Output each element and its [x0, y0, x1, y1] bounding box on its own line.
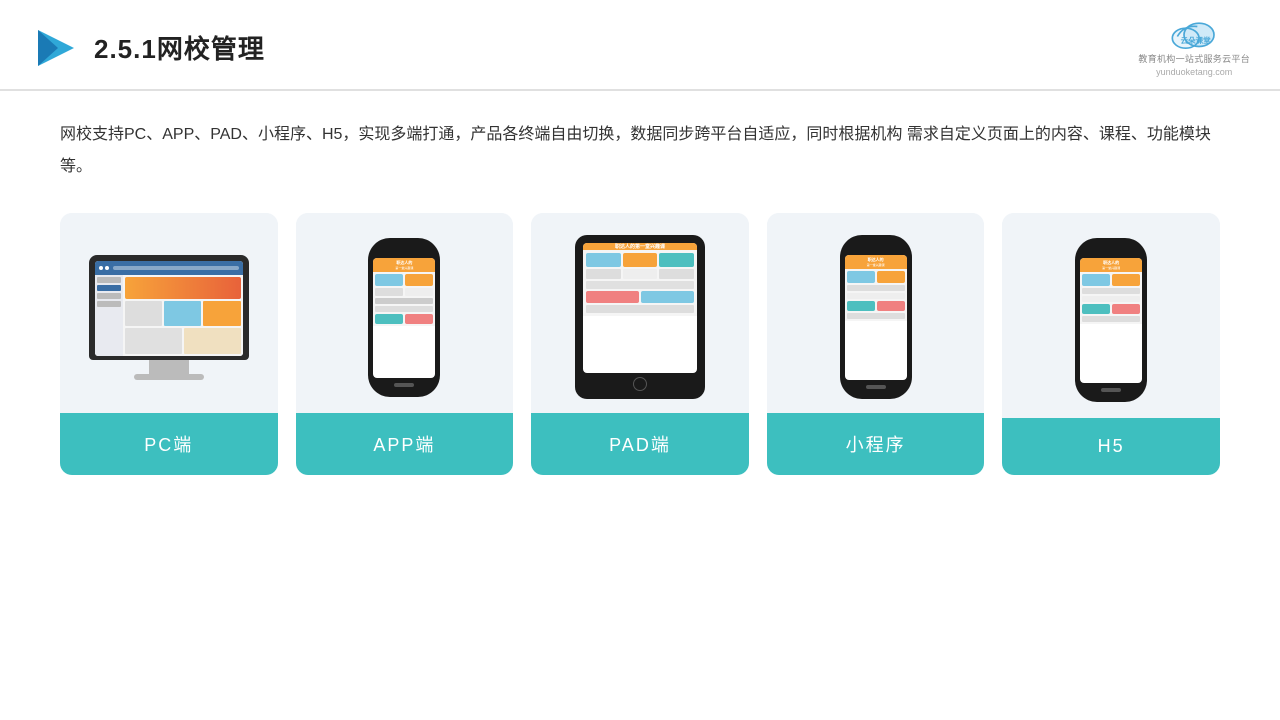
cards-row: PC端 职达人的 第一堂兴趣课 — [60, 213, 1220, 475]
phone-screen: 职达人的 第一堂兴趣课 — [373, 258, 435, 378]
card-app: 职达人的 第一堂兴趣课 — [296, 213, 514, 475]
card-app-image: 职达人的 第一堂兴趣课 — [296, 213, 514, 413]
svg-text:云朵课堂: 云朵课堂 — [1181, 35, 1211, 45]
brand-logo: 云朵课堂 教育机构一站式服务云平台 yunduoketang.com — [1138, 18, 1250, 77]
tablet-screen: 职达人的第一堂兴趣课 — [583, 243, 697, 373]
brand-url: yunduoketang.com — [1156, 67, 1232, 77]
card-mini: 职达人的 第一堂兴趣课 — [767, 213, 985, 475]
card-pad: 职达人的第一堂兴趣课 — [531, 213, 749, 475]
pc-monitor-mockup — [89, 255, 249, 380]
brand-logo-icon: 云朵课堂 — [1169, 18, 1219, 50]
card-mini-image: 职达人的 第一堂兴趣课 — [767, 213, 985, 413]
tablet-outer: 职达人的第一堂兴趣课 — [575, 235, 705, 399]
monitor-outer — [89, 255, 249, 360]
phone-screen-h5: 职达人的 第一堂兴趣课 — [1080, 258, 1142, 383]
header: 2.5.1网校管理 云朵课堂 教育机构一站式服务云平台 yunduoketang… — [0, 0, 1280, 91]
card-h5-label: H5 — [1002, 418, 1220, 475]
card-pc-label: PC端 — [60, 413, 278, 475]
phone-screen-mini: 职达人的 第一堂兴趣课 — [845, 255, 907, 380]
card-h5-image: 职达人的 第一堂兴趣课 — [1002, 213, 1220, 418]
card-mini-label: 小程序 — [767, 413, 985, 475]
card-app-label: APP端 — [296, 413, 514, 475]
tablet-mockup-pad: 职达人的第一堂兴趣课 — [575, 235, 705, 399]
main-content: 网校支持PC、APP、PAD、小程序、H5，实现多端打通，产品各终端自由切换，数… — [0, 91, 1280, 495]
phone-mockup-mini: 职达人的 第一堂兴趣课 — [840, 235, 912, 399]
phone-mockup-app: 职达人的 第一堂兴趣课 — [368, 238, 440, 397]
monitor-screen — [95, 261, 243, 356]
phone-mockup-h5: 职达人的 第一堂兴趣课 — [1075, 238, 1147, 402]
brand-sub-text: 教育机构一站式服务云平台 — [1138, 52, 1250, 65]
header-left: 2.5.1网校管理 — [30, 24, 265, 72]
phone-outer-mini: 职达人的 第一堂兴趣课 — [840, 235, 912, 399]
card-pc-image — [60, 213, 278, 413]
card-pad-image: 职达人的第一堂兴趣课 — [531, 213, 749, 413]
card-pc: PC端 — [60, 213, 278, 475]
phone-outer: 职达人的 第一堂兴趣课 — [368, 238, 440, 397]
card-h5: 职达人的 第一堂兴趣课 — [1002, 213, 1220, 475]
phone-outer-h5: 职达人的 第一堂兴趣课 — [1075, 238, 1147, 402]
cloud-icon: 云朵课堂 — [1169, 18, 1219, 50]
page-title: 2.5.1网校管理 — [94, 29, 265, 66]
description-text: 网校支持PC、APP、PAD、小程序、H5，实现多端打通，产品各终端自由切换，数… — [60, 119, 1220, 183]
card-pad-label: PAD端 — [531, 413, 749, 475]
play-logo-icon — [30, 24, 78, 72]
